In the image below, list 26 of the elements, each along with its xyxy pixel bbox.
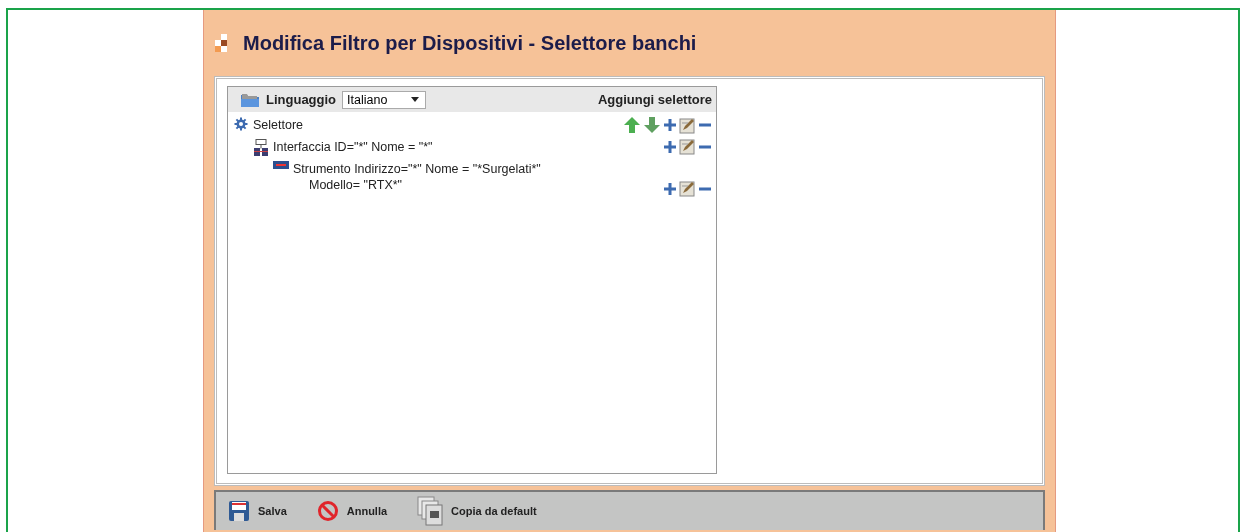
language-label: Linguaggio bbox=[266, 92, 337, 107]
caret-icon bbox=[411, 97, 420, 102]
folder-icon bbox=[240, 91, 260, 108]
notepad-pencil-icon[interactable] bbox=[679, 138, 696, 155]
node-label: Modello= "RTX*" bbox=[308, 177, 404, 193]
window-title: Modifica Filtro per Dispositivi - Selettore banchi bbox=[243, 31, 697, 55]
down-arrow-icon[interactable] bbox=[643, 116, 661, 134]
copy-button[interactable]: Copia da default bbox=[417, 496, 537, 526]
network-icon bbox=[253, 139, 269, 157]
up-arrow-icon[interactable] bbox=[623, 116, 641, 134]
node-label: Strumento Indirizzo="*" Nome = "*Surgelati*" bbox=[293, 161, 542, 177]
add-icon[interactable] bbox=[663, 181, 677, 196]
add-selector-link[interactable]: Aggiungi selettore bbox=[597, 92, 712, 107]
save-button[interactable]: Salva bbox=[228, 500, 287, 522]
gear-icon bbox=[234, 117, 248, 131]
cancel-button[interactable]: Annulla bbox=[316, 500, 388, 522]
prohibited-icon bbox=[316, 500, 339, 522]
notepad-pencil-icon[interactable] bbox=[679, 116, 696, 134]
notepad-pencil-icon[interactable] bbox=[679, 180, 696, 197]
language-dropdown[interactable]: Italiano bbox=[342, 90, 427, 109]
node-label: Selettore bbox=[253, 117, 305, 133]
add-icon[interactable] bbox=[663, 118, 677, 132]
copy-icon bbox=[417, 496, 444, 526]
add-icon[interactable] bbox=[663, 139, 677, 154]
device-icon bbox=[273, 161, 289, 169]
node-label: Interfaccia ID="*" Nome = "*" bbox=[273, 139, 434, 155]
